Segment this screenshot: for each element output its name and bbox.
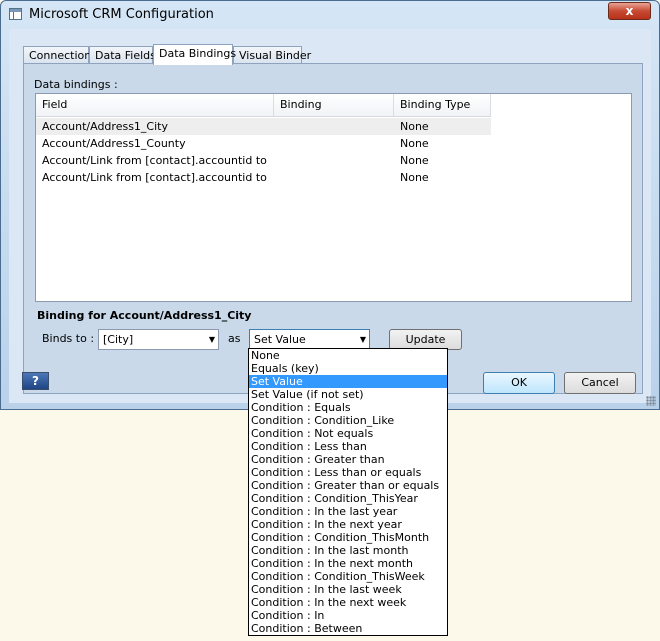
field-cell: Account/Link from [contact].accountid to… bbox=[42, 154, 270, 167]
tab-data-fields[interactable]: Data Fields bbox=[89, 46, 156, 64]
binding-type-select[interactable]: Set Value ▼ bbox=[249, 329, 370, 350]
dropdown-option[interactable]: Set Value bbox=[249, 375, 447, 388]
binding-type-value: Set Value bbox=[254, 333, 306, 346]
table-row[interactable]: Account/Link from [contact].accountid to… bbox=[36, 169, 491, 186]
binds-to-value: [City] bbox=[103, 333, 134, 346]
as-label: as bbox=[228, 332, 241, 345]
dropdown-option[interactable]: Condition : Condition_ThisWeek bbox=[249, 570, 447, 583]
column-header-binding-type[interactable]: Binding Type bbox=[394, 94, 491, 116]
tab-data-bindings[interactable]: Data Bindings bbox=[153, 44, 236, 65]
dropdown-option[interactable]: Equals (key) bbox=[249, 362, 447, 375]
dropdown-option[interactable]: Condition : Condition_ThisMonth bbox=[249, 531, 447, 544]
binds-to-select[interactable]: [City] ▼ bbox=[98, 329, 219, 350]
dropdown-option[interactable]: Condition : Not equals bbox=[249, 427, 447, 440]
binding-type-cell: None bbox=[400, 120, 429, 133]
binding-detail-title: Binding for Account/Address1_City bbox=[37, 309, 252, 322]
dropdown-option[interactable]: Condition : In the next week bbox=[249, 596, 447, 609]
window-title: Microsoft CRM Configuration bbox=[29, 7, 214, 22]
close-button[interactable]: x bbox=[608, 2, 651, 20]
dropdown-option[interactable]: Condition : In bbox=[249, 609, 447, 622]
window-icon bbox=[9, 8, 22, 20]
data-bindings-label: Data bindings : bbox=[34, 78, 118, 91]
dropdown-option[interactable]: Condition : Equals bbox=[249, 401, 447, 414]
binding-type-cell: None bbox=[400, 137, 429, 150]
dropdown-option[interactable]: Condition : Condition_ThisYear bbox=[249, 492, 447, 505]
chevron-down-icon: ▼ bbox=[208, 335, 215, 344]
list-rows: Account/Address1_City None Account/Addre… bbox=[36, 118, 491, 186]
help-button[interactable]: ? bbox=[22, 372, 49, 390]
column-header-binding[interactable]: Binding bbox=[274, 94, 394, 116]
data-bindings-panel: Data bindings : Field Binding Binding Ty… bbox=[23, 63, 643, 394]
update-button[interactable]: Update bbox=[389, 329, 462, 350]
tab-connection[interactable]: Connection bbox=[23, 46, 91, 64]
cancel-button[interactable]: Cancel bbox=[564, 372, 636, 394]
dialog-body: Connection Data Fields Data Bindings Vis… bbox=[9, 29, 651, 403]
dropdown-option[interactable]: Condition : Greater than bbox=[249, 453, 447, 466]
field-cell: Account/Address1_City bbox=[42, 120, 168, 133]
dropdown-option[interactable]: Set Value (if not set) bbox=[249, 388, 447, 401]
field-cell: Account/Link from [contact].accountid to… bbox=[42, 171, 270, 184]
binding-type-dropdown-list[interactable]: None Equals (key) Set Value Set Value (if n… bbox=[248, 348, 448, 636]
binding-type-cell: None bbox=[400, 154, 429, 167]
chevron-down-icon: ▼ bbox=[359, 335, 366, 344]
table-row[interactable]: Account/Address1_City None bbox=[36, 118, 491, 135]
dropdown-option[interactable]: Condition : In the last month bbox=[249, 544, 447, 557]
binds-to-label: Binds to : bbox=[42, 332, 95, 345]
table-row[interactable]: Account/Link from [contact].accountid to… bbox=[36, 152, 491, 169]
dropdown-option[interactable]: Condition : Condition_Like bbox=[249, 414, 447, 427]
dropdown-option[interactable]: Condition : Less than or equals bbox=[249, 466, 447, 479]
dropdown-option[interactable]: Condition : Less than bbox=[249, 440, 447, 453]
column-header-field[interactable]: Field bbox=[36, 94, 274, 116]
dropdown-option[interactable]: Condition : Greater than or equals bbox=[249, 479, 447, 492]
dropdown-option[interactable]: Condition : In the next month bbox=[249, 557, 447, 570]
table-row[interactable]: Account/Address1_County None bbox=[36, 135, 491, 152]
resize-grip-icon[interactable] bbox=[646, 396, 656, 406]
tab-visual-binder[interactable]: Visual Binder bbox=[233, 46, 311, 64]
title-bar[interactable]: Microsoft CRM Configuration x bbox=[1, 1, 659, 29]
binding-type-cell: None bbox=[400, 171, 429, 184]
ok-button[interactable]: OK bbox=[483, 372, 555, 394]
dropdown-option[interactable]: Condition : Between bbox=[249, 622, 447, 635]
dropdown-option[interactable]: Condition : In the last year bbox=[249, 505, 447, 518]
bindings-list[interactable]: Field Binding Binding Type Account/Addre… bbox=[35, 93, 632, 302]
dropdown-option[interactable]: Condition : In the next year bbox=[249, 518, 447, 531]
dropdown-option[interactable]: None bbox=[249, 349, 447, 362]
field-cell: Account/Address1_County bbox=[42, 137, 186, 150]
dropdown-option[interactable]: Condition : In the last week bbox=[249, 583, 447, 596]
list-header: Field Binding Binding Type bbox=[36, 94, 491, 117]
